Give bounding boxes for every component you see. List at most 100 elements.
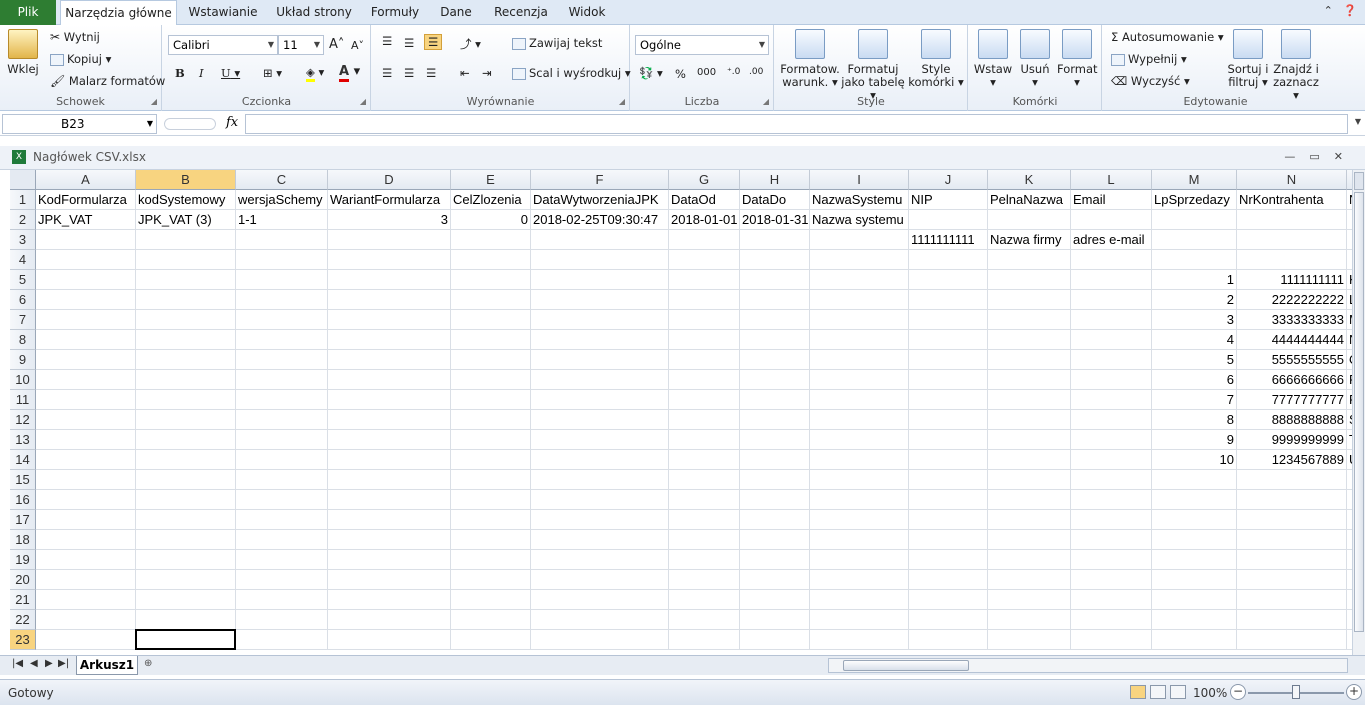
cell[interactable] [810,610,909,630]
cell[interactable] [909,470,988,490]
cell[interactable] [740,390,810,410]
cell[interactable]: 3 [1152,310,1237,330]
cell[interactable]: Email [1071,190,1152,210]
row-header[interactable]: 18 [10,530,36,550]
align-right-icon[interactable]: ☰ [426,66,436,80]
cell[interactable] [36,250,136,270]
cell[interactable] [36,530,136,550]
cell[interactable] [669,570,740,590]
cell[interactable] [451,470,531,490]
cell[interactable]: 2018-01-01 [669,210,740,230]
cell[interactable] [328,310,451,330]
cell[interactable] [669,530,740,550]
cell[interactable] [909,570,988,590]
cell[interactable] [531,630,669,650]
cell[interactable] [1152,530,1237,550]
cell[interactable] [531,250,669,270]
thousands-button[interactable]: 000 [697,67,716,78]
cell[interactable] [909,350,988,370]
font-name-select[interactable]: Calibri ▼ [168,35,278,55]
cell[interactable] [136,470,236,490]
cell[interactable] [810,570,909,590]
cell[interactable] [451,590,531,610]
cell[interactable] [236,370,328,390]
cell[interactable]: NazwaSystemu [810,190,909,210]
cell[interactable] [531,330,669,350]
cell[interactable] [531,430,669,450]
zoom-in-icon[interactable]: + [1346,684,1362,700]
delete-cells-button[interactable]: Usuń ▾ [1015,29,1055,89]
row-header[interactable]: 22 [10,610,36,630]
sort-filter-button[interactable]: Sortuj i filtruj ▾ [1225,29,1271,89]
find-select-button[interactable]: Znajdź i zaznacz ▾ [1271,29,1321,102]
cell[interactable] [36,470,136,490]
column-header[interactable]: G [669,170,740,190]
cell[interactable]: KodFormularza [36,190,136,210]
cell[interactable] [236,590,328,610]
insert-sheet-icon[interactable]: ⊕ [144,658,164,673]
cell[interactable] [328,450,451,470]
cell[interactable] [810,270,909,290]
column-header[interactable]: J [909,170,988,190]
next-sheet-icon[interactable]: ▶ [45,658,53,669]
cell[interactable] [451,370,531,390]
cell[interactable] [988,250,1071,270]
cell[interactable] [740,570,810,590]
cell[interactable]: 4444444444 [1237,330,1347,350]
cell[interactable] [36,570,136,590]
row-header[interactable]: 7 [10,310,36,330]
cell[interactable]: 4 [1152,330,1237,350]
cell[interactable] [1237,250,1347,270]
cell[interactable] [1152,250,1237,270]
cell[interactable] [328,490,451,510]
cell[interactable] [136,330,236,350]
cell[interactable]: 7777777777 [1237,390,1347,410]
cell[interactable] [810,630,909,650]
cell[interactable] [1071,510,1152,530]
cell[interactable]: 7 [1152,390,1237,410]
cell[interactable]: JPK_VAT [36,210,136,230]
cell[interactable] [36,490,136,510]
cell[interactable] [669,490,740,510]
cell[interactable]: 1111111111 [1237,270,1347,290]
cell[interactable] [740,450,810,470]
cell[interactable] [136,490,236,510]
tab-data[interactable]: Dane [434,0,478,25]
cell[interactable] [988,270,1071,290]
cell[interactable] [988,390,1071,410]
cell[interactable] [136,450,236,470]
cell[interactable] [328,470,451,490]
orientation-button[interactable]: ⤴ ▾ [460,36,481,52]
row-header[interactable]: 12 [10,410,36,430]
cell[interactable] [740,610,810,630]
cell[interactable] [36,350,136,370]
grow-font-button[interactable]: A˄ [329,37,344,52]
restore-icon[interactable]: ▭ [1309,150,1333,163]
cell[interactable] [531,390,669,410]
cell[interactable] [810,310,909,330]
cell[interactable] [988,630,1071,650]
align-bottom-icon[interactable]: ☰ [424,34,443,50]
cell[interactable] [669,630,740,650]
cell[interactable] [236,550,328,570]
cell[interactable] [988,530,1071,550]
cell[interactable]: 9999999999 [1237,430,1347,450]
cell[interactable]: wersjaSchemy [236,190,328,210]
tab-formulas[interactable]: Formuły [365,0,425,25]
column-header[interactable]: K [988,170,1071,190]
cell[interactable] [136,310,236,330]
cell[interactable] [36,310,136,330]
cell[interactable] [36,430,136,450]
dialog-launcher-icon[interactable]: ◢ [763,97,769,106]
cell[interactable] [328,610,451,630]
cell[interactable] [531,470,669,490]
cell[interactable] [328,270,451,290]
row-header[interactable]: 4 [10,250,36,270]
cell[interactable] [1237,470,1347,490]
cell[interactable] [236,250,328,270]
cell[interactable]: 10 [1152,450,1237,470]
vertical-scrollbar[interactable] [1352,170,1365,655]
cell[interactable] [740,410,810,430]
cell[interactable] [1237,570,1347,590]
row-header[interactable]: 3 [10,230,36,250]
